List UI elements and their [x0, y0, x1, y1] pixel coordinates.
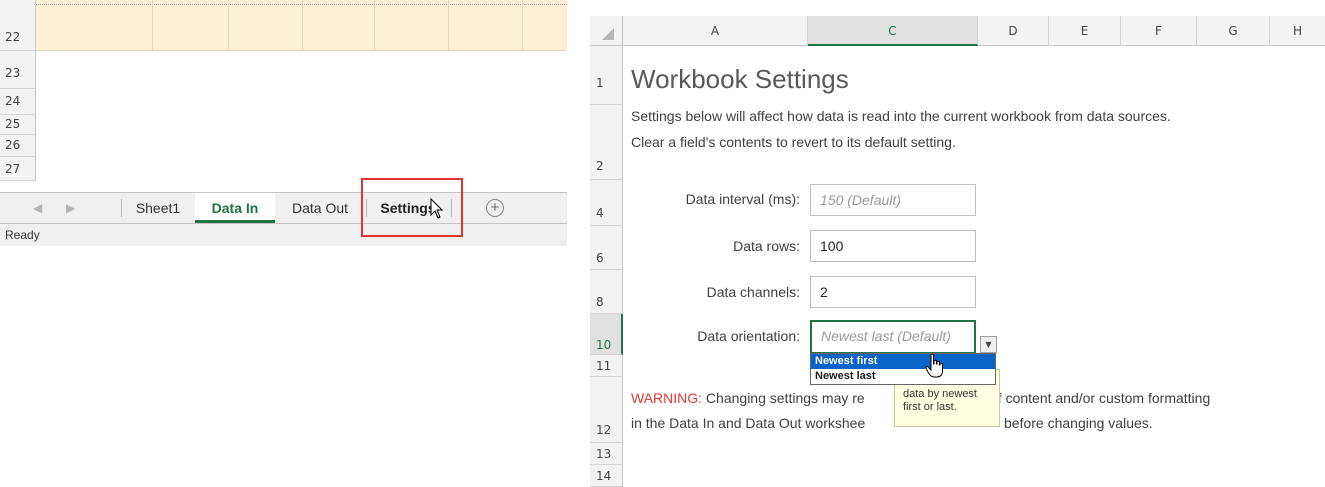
- tab-data-in[interactable]: Data In: [195, 193, 275, 223]
- data-interval-label: Data interval (ms):: [685, 191, 800, 207]
- row-header-2[interactable]: 2: [590, 105, 623, 180]
- cell-divider: [448, 0, 449, 51]
- row-header-13[interactable]: 13: [590, 443, 623, 465]
- column-header-a[interactable]: A: [623, 16, 808, 46]
- row-header-10[interactable]: 10: [590, 314, 623, 355]
- data-rows-field[interactable]: 100: [810, 230, 976, 262]
- tab-sheet1[interactable]: Sheet1: [122, 193, 194, 223]
- tab-data-out[interactable]: Data Out: [276, 193, 364, 223]
- select-all-corner[interactable]: [590, 16, 623, 46]
- data-rows-label: Data rows:: [733, 238, 800, 254]
- data-orientation-label: Data orientation:: [697, 328, 800, 344]
- data-channels-label: Data channels:: [706, 284, 800, 300]
- cell-divider: [374, 0, 375, 51]
- row-header-6[interactable]: 6: [590, 226, 623, 270]
- row-header-12[interactable]: 12: [590, 377, 623, 443]
- description-line-2: Clear a field's contents to revert to it…: [631, 134, 956, 150]
- data-interval-field[interactable]: 150 (Default): [810, 184, 976, 216]
- scroll-right-icon[interactable]: ▶: [66, 201, 75, 215]
- row-header-26[interactable]: 26: [0, 135, 36, 157]
- scroll-left-icon[interactable]: ◀: [33, 201, 42, 215]
- cell-divider: [522, 0, 523, 51]
- mouse-pointer-icon: [430, 198, 444, 219]
- row-header-22[interactable]: 22: [0, 0, 36, 51]
- row-header-24[interactable]: 24: [0, 89, 36, 115]
- warning-text-2a: in the Data In and Data Out workshee: [631, 415, 866, 431]
- column-header-bar: A C D E F G H: [590, 16, 1325, 46]
- data-channels-field[interactable]: 2: [810, 276, 976, 308]
- dropdown-arrow-button[interactable]: ▼: [980, 336, 997, 353]
- row-header-27[interactable]: 27: [0, 157, 36, 181]
- data-orientation-field[interactable]: Newest last (Default): [810, 320, 976, 354]
- orientation-dropdown-list: Newest first Newest last: [810, 353, 996, 385]
- status-bar: Ready: [0, 224, 567, 246]
- description-line-1: Settings below will affect how data is r…: [631, 108, 1171, 124]
- select-all-icon: [602, 28, 614, 40]
- warning-text-1b: of content and/or custom formatting: [990, 390, 1211, 406]
- column-header-h[interactable]: H: [1270, 16, 1325, 46]
- settings-tab-highlight: [361, 178, 463, 237]
- row-header-4[interactable]: 4: [590, 180, 623, 226]
- row-header-bar: 1 2 4 6 8 10 11 12 13 14: [590, 46, 623, 487]
- column-header-g[interactable]: G: [1197, 16, 1270, 46]
- sheet-tab-bar: ◀ ▶ Sheet1 Data In Data Out Settings +: [0, 192, 567, 224]
- page-title: Workbook Settings: [631, 64, 849, 94]
- cell-divider: [228, 0, 229, 51]
- column-header-e[interactable]: E: [1049, 16, 1121, 46]
- column-header-c[interactable]: C: [808, 16, 978, 46]
- row-header-11[interactable]: 11: [590, 355, 623, 377]
- warning-text-1a: Changing settings may re: [702, 390, 865, 406]
- right-excel-panel: A C D E F G H 1 2 4 6 8 10 11 12 13 14 W…: [590, 4, 1325, 487]
- row-header-14[interactable]: 14: [590, 465, 623, 487]
- cell-divider: [302, 0, 303, 51]
- option-newest-first[interactable]: Newest first: [811, 354, 995, 369]
- cell-divider: [152, 0, 153, 51]
- data-interval-placeholder: 150 (Default): [820, 192, 901, 208]
- left-excel-panel: 22 23 24 25 26 27 ◀ ▶ Sheet1 Data In Dat…: [0, 0, 567, 250]
- row-header-1[interactable]: 1: [590, 46, 623, 105]
- data-rows-value: 100: [820, 238, 844, 254]
- warning-text-2b: before changing values.: [1004, 415, 1153, 431]
- warning-label: WARNING:: [631, 390, 703, 406]
- row-22: 22: [0, 0, 567, 51]
- hand-pointer-icon: [925, 353, 943, 378]
- row-22-bottom: [36, 50, 567, 51]
- data-orientation-placeholder: Newest last (Default): [821, 328, 951, 344]
- column-header-f[interactable]: F: [1121, 16, 1197, 46]
- option-newest-last[interactable]: Newest last: [811, 369, 995, 384]
- column-header-d[interactable]: D: [978, 16, 1049, 46]
- add-sheet-button[interactable]: +: [486, 199, 504, 217]
- row-header-23[interactable]: 23: [0, 51, 36, 89]
- row-header-25[interactable]: 25: [0, 115, 36, 135]
- settings-sheet-content: Workbook Settings Settings below will af…: [623, 46, 1325, 487]
- warning-line-1: WARNING: Changing settings may re: [631, 390, 865, 406]
- row-header-8[interactable]: 8: [590, 270, 623, 314]
- data-channels-value: 2: [820, 284, 828, 300]
